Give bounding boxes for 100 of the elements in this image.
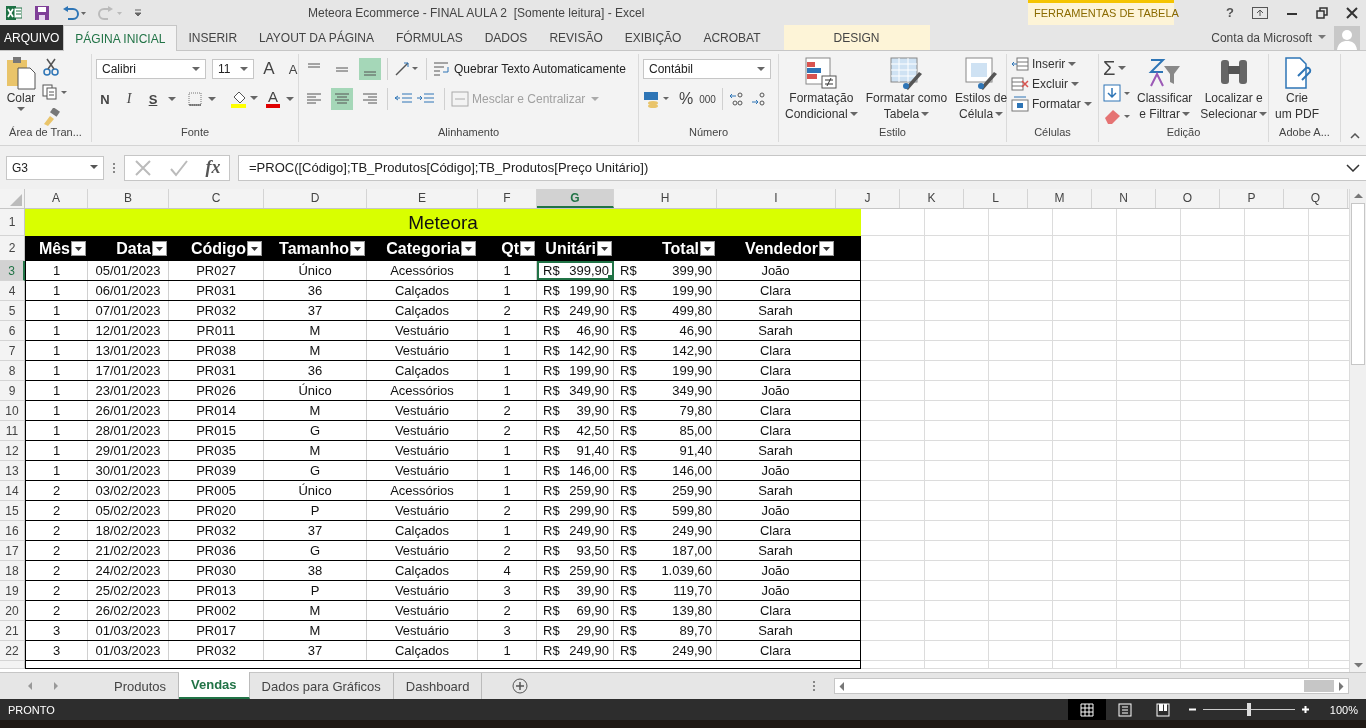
filter-dropdown-icon[interactable]: [520, 241, 535, 256]
caret-icon[interactable]: [1083, 101, 1092, 107]
wrap-text-icon[interactable]: [433, 61, 451, 77]
empty-cell[interactable]: [861, 341, 925, 361]
row-header[interactable]: 15: [0, 501, 25, 521]
empty-cell[interactable]: [861, 621, 925, 641]
conditional-formatting-button[interactable]: Formatação Condicional: [783, 56, 860, 122]
empty-cell[interactable]: [1053, 621, 1117, 641]
scroll-left-icon[interactable]: [839, 681, 845, 691]
money-cell[interactable]: R$ 249,90: [537, 301, 614, 320]
empty-cell[interactable]: [1181, 481, 1245, 501]
empty-cell[interactable]: [1053, 301, 1117, 321]
empty-cell[interactable]: [925, 281, 989, 301]
empty-cell[interactable]: [1117, 401, 1181, 421]
column-header[interactable]: O: [1156, 189, 1220, 208]
money-cell[interactable]: R$ 146,00: [614, 461, 717, 480]
zoom-level[interactable]: 100%: [1329, 703, 1358, 716]
find-select-button[interactable]: Localizar e Selecionar: [1198, 56, 1270, 122]
money-cell[interactable]: R$ 199,90: [614, 281, 717, 300]
scroll-thumb[interactable]: [1351, 203, 1365, 365]
empty-cell[interactable]: [861, 401, 925, 421]
empty-cell[interactable]: [925, 401, 989, 421]
money-cell[interactable]: R$ 499,80: [614, 301, 717, 320]
column-header[interactable]: N: [1092, 189, 1156, 208]
empty-cell[interactable]: [925, 341, 989, 361]
empty-cell[interactable]: [861, 281, 925, 301]
empty-cell[interactable]: [1181, 281, 1245, 301]
empty-cell[interactable]: [861, 461, 925, 481]
decrease-decimal-icon[interactable]: [750, 91, 767, 107]
underline-button[interactable]: S: [144, 91, 162, 107]
empty-cell[interactable]: [1053, 401, 1117, 421]
money-cell[interactable]: R$ 259,90: [537, 561, 614, 580]
empty-cell[interactable]: [989, 361, 1053, 381]
ribbon-tab[interactable]: EXIBIÇÃO: [613, 25, 693, 50]
filter-dropdown-icon[interactable]: [152, 241, 167, 256]
row-header[interactable]: 16: [0, 521, 25, 541]
avatar-icon[interactable]: [1334, 25, 1360, 50]
row-header[interactable]: 18: [0, 561, 25, 581]
empty-cell[interactable]: [989, 581, 1053, 601]
font-size-field[interactable]: 11: [212, 59, 254, 79]
format-cells-button[interactable]: Formatar: [1011, 96, 1092, 112]
empty-cell[interactable]: [1181, 501, 1245, 521]
empty-cell[interactable]: [925, 321, 989, 341]
empty-cell[interactable]: [1181, 561, 1245, 581]
empty-cell[interactable]: [1117, 641, 1181, 661]
grid-icon[interactable]: [1079, 702, 1094, 717]
empty-cell[interactable]: [861, 661, 925, 669]
empty-cell[interactable]: [1181, 581, 1245, 601]
empty-cell[interactable]: [1053, 461, 1117, 481]
empty-cell[interactable]: [861, 541, 925, 561]
empty-cell[interactable]: [1053, 601, 1117, 621]
empty-cell[interactable]: [989, 301, 1053, 321]
empty-cell[interactable]: [1181, 661, 1245, 669]
row-header[interactable]: 11: [0, 421, 25, 441]
empty-cell[interactable]: [989, 501, 1053, 521]
empty-cell[interactable]: [925, 661, 989, 669]
column-header[interactable]: A: [25, 189, 88, 208]
empty-cell[interactable]: [1117, 601, 1181, 621]
empty-cell[interactable]: [989, 261, 1053, 281]
money-cell[interactable]: R$ 146,00: [537, 461, 614, 480]
horizontal-scrollbar[interactable]: [834, 678, 1349, 694]
ribbon-tab[interactable]: REVISÃO: [538, 25, 614, 50]
empty-cell[interactable]: [1181, 321, 1245, 341]
caret-icon[interactable]: [1182, 112, 1190, 117]
autosum-button[interactable]: Σ: [1103, 58, 1116, 78]
account-name[interactable]: Conta da Microsoft: [1211, 30, 1312, 45]
ribbon-tab[interactable]: ACROBAT: [692, 25, 772, 50]
column-header[interactable]: Q: [1284, 189, 1348, 208]
empty-cell[interactable]: [1245, 501, 1309, 521]
empty-cell[interactable]: [1245, 381, 1309, 401]
empty-cell[interactable]: [1245, 521, 1309, 541]
scroll-left-icon[interactable]: [26, 681, 34, 691]
empty-cell[interactable]: [989, 401, 1053, 421]
caret-icon[interactable]: [192, 66, 200, 72]
empty-cell[interactable]: [925, 561, 989, 581]
row-header[interactable]: 14: [0, 481, 25, 501]
row-header[interactable]: 22: [0, 641, 25, 661]
empty-cell[interactable]: [1053, 641, 1117, 661]
money-cell[interactable]: R$ 249,90: [537, 521, 614, 540]
cancel-icon[interactable]: [133, 158, 152, 177]
shrink-font-button[interactable]: A: [284, 61, 302, 77]
money-cell[interactable]: R$ 599,80: [614, 501, 717, 520]
empty-cell[interactable]: [925, 441, 989, 461]
empty-cell[interactable]: [1053, 481, 1117, 501]
row-header[interactable]: [0, 661, 25, 669]
empty-cell[interactable]: [1181, 236, 1245, 261]
empty-cell[interactable]: [1117, 341, 1181, 361]
row-header[interactable]: 13: [0, 461, 25, 481]
merge-cells-icon[interactable]: [451, 91, 469, 107]
money-cell[interactable]: R$ 259,90: [537, 481, 614, 500]
row-header[interactable]: 20: [0, 601, 25, 621]
normal-view-button[interactable]: [1067, 699, 1106, 720]
empty-cell[interactable]: [925, 521, 989, 541]
empty-cell[interactable]: [1117, 461, 1181, 481]
empty-cell[interactable]: [861, 421, 925, 441]
empty-cell[interactable]: [1245, 321, 1309, 341]
collapse-ribbon-icon[interactable]: [1350, 133, 1360, 139]
caret-icon[interactable]: [1318, 35, 1326, 40]
vertical-align-icon[interactable]: [359, 58, 381, 80]
empty-cell[interactable]: [1117, 301, 1181, 321]
